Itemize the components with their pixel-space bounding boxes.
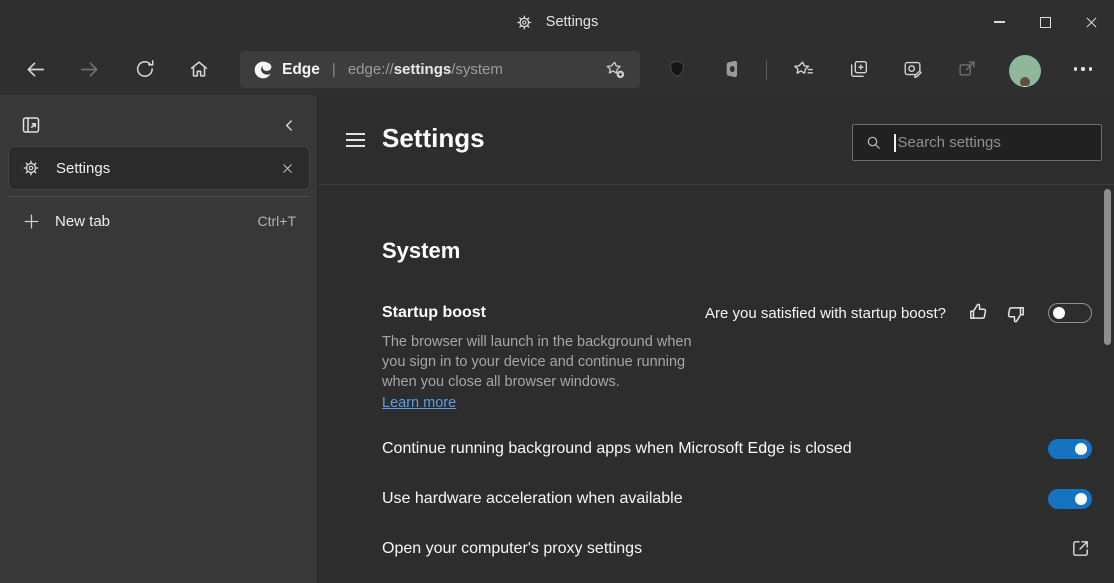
refresh-button[interactable] bbox=[126, 50, 164, 88]
startup-boost-description: The browser will launch in the backgroun… bbox=[382, 332, 694, 413]
refresh-icon bbox=[134, 58, 156, 80]
toggle-knob bbox=[1053, 307, 1065, 319]
new-tab-shortcut: Ctrl+T bbox=[258, 213, 297, 229]
browser-window: Settings Edge | edge:// bbox=[0, 0, 1114, 583]
share-button[interactable] bbox=[948, 50, 986, 88]
home-button[interactable] bbox=[180, 50, 218, 88]
section-title: System bbox=[382, 238, 460, 264]
url-text: edge://settings/system bbox=[348, 61, 503, 78]
title-bar: Settings bbox=[0, 0, 1114, 44]
favorites-button[interactable] bbox=[785, 50, 823, 88]
settings-page: Settings System Startup boost The browse… bbox=[318, 95, 1114, 583]
sidebar-tab-label: Settings bbox=[56, 160, 110, 177]
ellipsis-icon bbox=[1074, 67, 1092, 70]
external-link-icon bbox=[1069, 537, 1092, 560]
settings-menu-button[interactable] bbox=[337, 122, 373, 158]
feedback-question: Are you satisfied with startup boost? bbox=[705, 305, 946, 322]
office-sidebar-button[interactable] bbox=[713, 50, 751, 88]
new-tab-label: New tab bbox=[55, 213, 110, 230]
settings-header: Settings bbox=[318, 95, 1114, 185]
maximize-button[interactable] bbox=[1022, 0, 1068, 44]
chevron-left-icon bbox=[281, 117, 298, 134]
search-icon bbox=[865, 134, 883, 152]
background-apps-label: Continue running background apps when Mi… bbox=[382, 440, 852, 458]
web-capture-icon bbox=[902, 58, 924, 80]
maximize-icon bbox=[1040, 17, 1051, 28]
startup-boost-description-text: The browser will launch in the backgroun… bbox=[382, 334, 692, 390]
window-controls bbox=[976, 0, 1114, 44]
page-title: Settings bbox=[382, 123, 485, 154]
site-name: Edge bbox=[282, 61, 320, 79]
startup-boost-title: Startup boost bbox=[382, 304, 486, 322]
minimize-button[interactable] bbox=[976, 0, 1022, 44]
close-icon bbox=[281, 162, 294, 175]
address-separator: | bbox=[332, 61, 336, 78]
shield-icon bbox=[666, 58, 688, 80]
open-proxy-settings-button[interactable] bbox=[1064, 532, 1096, 564]
settings-gear-icon bbox=[22, 159, 40, 177]
collections-button[interactable] bbox=[840, 50, 878, 88]
settings-search-box bbox=[852, 124, 1102, 161]
tab-title-text: Settings bbox=[546, 14, 598, 30]
thumbs-up-icon bbox=[966, 301, 990, 325]
hamburger-icon bbox=[346, 133, 365, 135]
close-button[interactable] bbox=[1068, 0, 1114, 44]
tab-actions-menu-button[interactable] bbox=[14, 108, 48, 142]
url-path: /system bbox=[451, 61, 503, 78]
hardware-acceleration-label: Use hardware acceleration when available bbox=[382, 490, 683, 508]
startup-boost-feedback: Are you satisfied with startup boost? bbox=[705, 301, 1092, 325]
thumbs-down-button[interactable] bbox=[1002, 300, 1030, 326]
active-tab-title: Settings bbox=[516, 0, 598, 44]
proxy-settings-label: Open your computer's proxy settings bbox=[382, 540, 642, 558]
share-icon bbox=[956, 58, 978, 80]
close-tab-button[interactable] bbox=[273, 154, 301, 182]
background-apps-toggle[interactable] bbox=[1048, 439, 1092, 459]
sidebar-divider bbox=[8, 196, 310, 197]
add-favorite-button[interactable] bbox=[600, 55, 630, 85]
back-icon bbox=[24, 58, 47, 81]
collections-icon bbox=[848, 58, 870, 80]
hardware-acceleration-toggle[interactable] bbox=[1048, 489, 1092, 509]
sidebar-tab-settings[interactable]: Settings bbox=[8, 146, 310, 190]
navigation-toolbar: Edge | edge://settings/system bbox=[0, 44, 1114, 95]
profile-avatar[interactable] bbox=[1009, 55, 1041, 87]
url-scheme: edge:// bbox=[348, 61, 394, 78]
toolbar-separator bbox=[766, 60, 767, 80]
startup-boost-toggle[interactable] bbox=[1048, 303, 1092, 323]
settings-search-input[interactable] bbox=[898, 134, 1102, 151]
new-tab-button[interactable]: New tab Ctrl+T bbox=[0, 199, 318, 243]
url-host: settings bbox=[394, 61, 452, 78]
settings-gear-icon bbox=[516, 14, 533, 31]
toggle-knob bbox=[1075, 493, 1087, 505]
close-icon bbox=[1084, 15, 1099, 30]
collapse-pane-button[interactable] bbox=[274, 110, 304, 140]
home-icon bbox=[188, 58, 210, 80]
text-cursor bbox=[894, 134, 896, 152]
learn-more-link[interactable]: Learn more bbox=[382, 393, 456, 413]
forward-icon bbox=[78, 58, 101, 81]
tab-actions-icon bbox=[19, 113, 43, 137]
web-capture-button[interactable] bbox=[894, 50, 932, 88]
thumbs-down-icon bbox=[1004, 301, 1028, 325]
address-bar[interactable]: Edge | edge://settings/system bbox=[240, 51, 640, 88]
back-button[interactable] bbox=[16, 50, 54, 88]
tracking-prevention-button[interactable] bbox=[658, 50, 696, 88]
vertical-tabs-sidebar: Settings New tab Ctrl+T bbox=[0, 95, 318, 583]
thumbs-up-button[interactable] bbox=[964, 300, 992, 326]
plus-icon bbox=[22, 212, 41, 231]
toggle-knob bbox=[1075, 443, 1087, 455]
edge-logo-icon bbox=[253, 60, 273, 80]
forward-button[interactable] bbox=[70, 50, 108, 88]
settings-and-more-button[interactable] bbox=[1064, 50, 1102, 88]
star-add-icon bbox=[605, 59, 626, 80]
scrollbar-thumb[interactable] bbox=[1104, 189, 1111, 345]
minimize-icon bbox=[994, 21, 1005, 22]
office-icon bbox=[721, 58, 743, 80]
favorites-star-icon bbox=[793, 58, 815, 80]
